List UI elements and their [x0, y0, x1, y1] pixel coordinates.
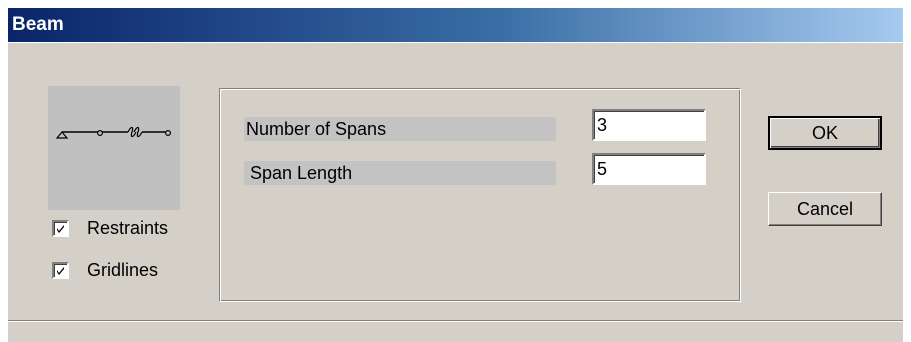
beam-diagram-icon	[55, 126, 171, 139]
gridlines-option[interactable]: Gridlines	[52, 258, 158, 282]
top-frame-divider	[8, 42, 903, 62]
beam-preview-panel	[48, 86, 180, 210]
gridlines-label: Gridlines	[87, 259, 159, 280]
restraints-option[interactable]: Restraints	[52, 216, 168, 240]
checkmark-icon	[57, 224, 64, 233]
beam-dialog: Beam Restraints Gridlines Number of Span…	[8, 8, 903, 342]
span-length-label: Span Length	[244, 161, 556, 185]
cancel-button[interactable]: Cancel	[768, 192, 882, 226]
checkmark-icon	[57, 266, 64, 275]
title-bar[interactable]: Beam	[8, 8, 903, 42]
bottom-frame-divider	[8, 320, 903, 342]
gridlines-checkbox[interactable]	[52, 261, 69, 279]
dialog-title: Beam	[12, 14, 64, 35]
ok-button[interactable]: OK	[768, 116, 882, 150]
restraints-label: Restraints	[87, 217, 169, 238]
num-spans-input[interactable]	[592, 109, 706, 141]
span-length-input[interactable]	[592, 153, 706, 185]
num-spans-label: Number of Spans	[244, 117, 556, 141]
restraints-checkbox[interactable]	[52, 219, 69, 237]
parameters-group: Number of Spans Span Length	[219, 88, 741, 302]
